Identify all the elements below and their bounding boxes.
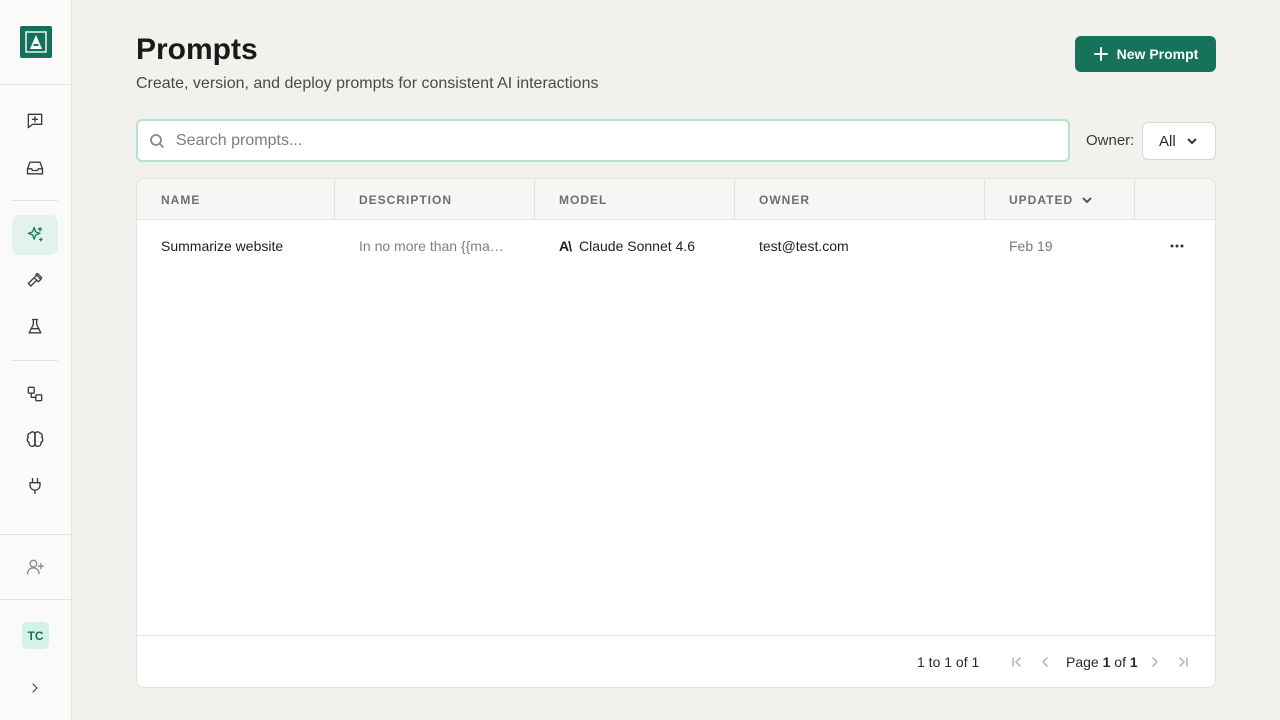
app-logo-icon[interactable] <box>20 26 52 58</box>
cell-description: In no more than {{ma… <box>359 238 504 254</box>
row-more-actions-button[interactable] <box>1165 234 1189 258</box>
sidebar: TC <box>0 0 72 720</box>
page-title: Prompts <box>136 33 258 66</box>
sparkles-icon <box>27 226 43 242</box>
column-header-owner[interactable]: OWNER <box>735 179 985 220</box>
sidebar-item-invite[interactable] <box>12 547 58 587</box>
owner-filter-value: All <box>1159 132 1176 150</box>
chevron-right-icon <box>32 683 38 693</box>
search-input[interactable] <box>176 130 1056 152</box>
more-horizontal-icon <box>1170 244 1184 248</box>
sidebar-item-prompts[interactable] <box>12 215 58 255</box>
cell-updated: Feb 19 <box>1009 238 1053 254</box>
owner-filter-label: Owner: <box>1086 132 1135 149</box>
total-pages: 1 <box>1129 654 1138 670</box>
first-page-button[interactable] <box>1008 653 1026 671</box>
workflow-icon <box>27 386 43 402</box>
cell-owner: test@test.com <box>759 238 849 254</box>
cell-model: A\ Claude Sonnet 4.6 <box>535 220 735 272</box>
message-plus-icon <box>27 113 43 129</box>
chevrons-right-icon <box>1179 657 1188 667</box>
anthropic-logo-icon: A\ <box>559 238 572 254</box>
sort-chevron-down-icon <box>1082 196 1092 203</box>
chevron-right-icon <box>1152 657 1158 667</box>
chevron-down-icon <box>1186 138 1197 145</box>
chevrons-left-icon <box>1012 657 1021 667</box>
page-subtitle: Create, version, and deploy prompts for … <box>136 75 599 92</box>
previous-page-button[interactable] <box>1036 653 1054 671</box>
table-row[interactable]: Summarize website In no more than {{ma… … <box>137 220 1215 272</box>
chevron-left-icon <box>1042 657 1048 667</box>
search-icon <box>150 134 165 149</box>
sidebar-item-inbox[interactable] <box>12 148 58 188</box>
column-header-description[interactable]: DESCRIPTION <box>335 179 535 220</box>
model-name: Claude Sonnet 4.6 <box>579 238 695 254</box>
sidebar-divider <box>12 360 58 361</box>
avatar[interactable]: TC <box>22 622 49 649</box>
plug-icon <box>29 477 41 495</box>
sidebar-item-chat[interactable] <box>12 101 58 141</box>
sidebar-divider <box>12 200 58 201</box>
sidebar-expand-button[interactable] <box>12 668 58 708</box>
column-header-updated[interactable]: UPDATED <box>985 179 1135 220</box>
next-page-button[interactable] <box>1146 653 1164 671</box>
sidebar-item-tools[interactable] <box>12 261 58 301</box>
flask-icon <box>28 318 42 334</box>
owner-filter-select[interactable]: All <box>1142 122 1216 160</box>
sidebar-item-knowledge[interactable] <box>12 420 58 460</box>
brain-icon <box>26 431 44 448</box>
column-header-name[interactable]: NAME <box>137 179 335 220</box>
sidebar-divider <box>0 534 71 535</box>
sidebar-item-experiments[interactable] <box>12 307 58 347</box>
hammer-icon <box>27 272 43 287</box>
pagination-range: 1 to 1 of 1 <box>917 654 980 670</box>
inbox-icon <box>26 161 44 175</box>
user-plus-icon <box>26 559 44 575</box>
cell-name[interactable]: Summarize website <box>137 220 335 272</box>
new-prompt-button[interactable]: New Prompt <box>1075 36 1216 72</box>
column-header-model[interactable]: MODEL <box>535 179 735 220</box>
sidebar-item-integrations[interactable] <box>12 466 58 506</box>
last-page-button[interactable] <box>1174 653 1192 671</box>
table-header: NAME DESCRIPTION MODEL OWNER UPDATED <box>137 179 1215 220</box>
sidebar-divider <box>0 599 71 600</box>
new-prompt-label: New Prompt <box>1116 46 1199 62</box>
prompts-table: NAME DESCRIPTION MODEL OWNER UPDATED Sum… <box>136 178 1216 688</box>
sidebar-divider <box>0 84 71 85</box>
sidebar-item-workflows[interactable] <box>12 374 58 414</box>
pagination-bar: 1 to 1 of 1 Page 1 of 1 <box>137 635 1215 687</box>
page-indicator: Page 1 of 1 <box>1066 654 1138 670</box>
plus-icon <box>1093 47 1108 61</box>
search-box <box>136 119 1070 162</box>
